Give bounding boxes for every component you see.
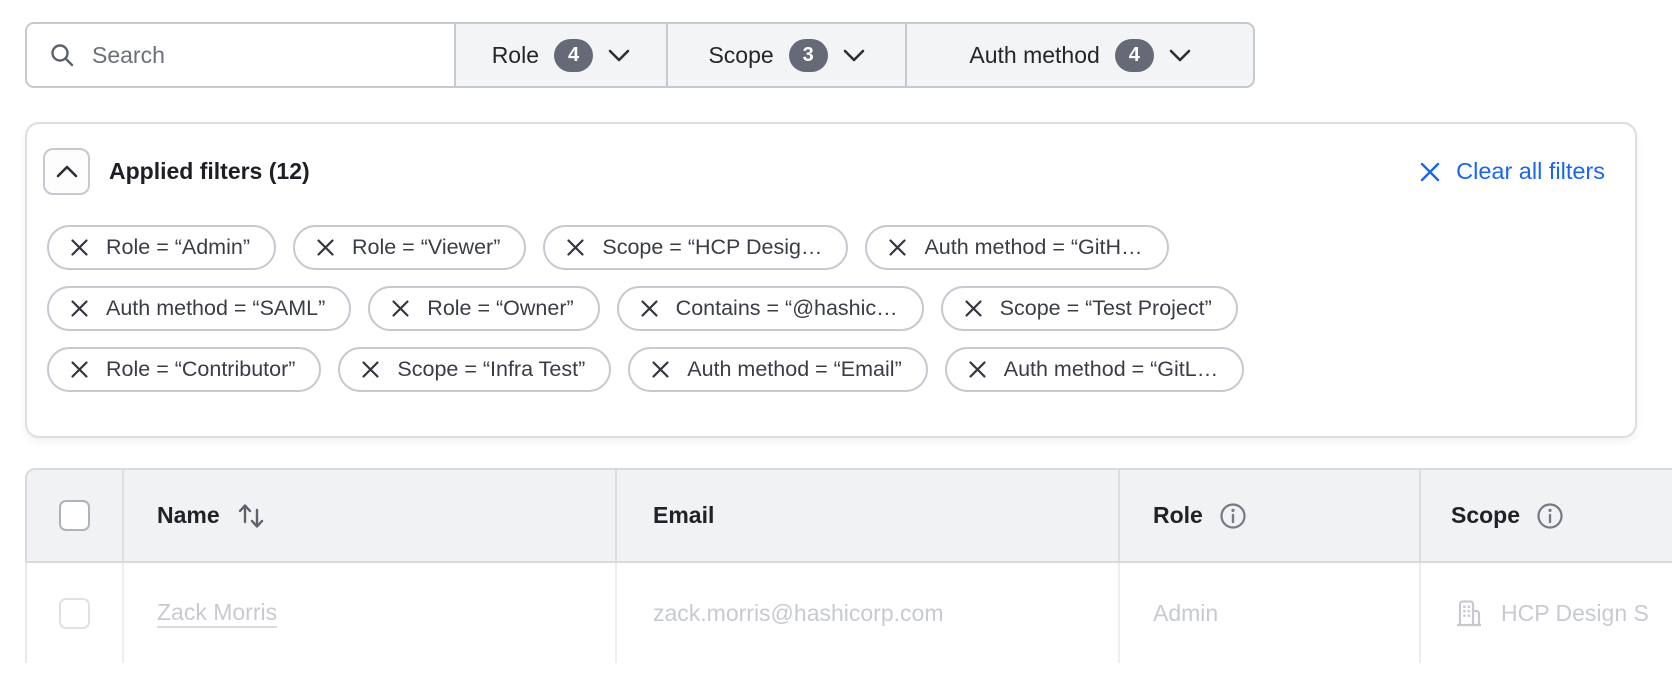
remove-filter-icon[interactable]: [70, 299, 89, 318]
role-filter-count-badge: 4: [554, 39, 593, 72]
filter-pill-label: Role = “Owner”: [427, 296, 573, 321]
auth-method-filter-dropdown[interactable]: Auth method 4: [907, 24, 1253, 86]
filter-pill: Scope = “Infra Test”: [338, 347, 611, 392]
filter-pill-label: Role = “Admin”: [106, 235, 250, 260]
pill-row: Role = “Admin” Role = “Viewer” Scope = “…: [47, 225, 1615, 270]
auth-method-filter-count-badge: 4: [1115, 39, 1154, 72]
remove-filter-icon[interactable]: [566, 238, 585, 257]
org-building-icon: [1451, 596, 1485, 630]
table-row: Zack Morris zack.morris@hashicorp.com Ad…: [25, 563, 1672, 663]
close-icon: [1419, 161, 1441, 183]
name-column-header[interactable]: Name: [122, 470, 615, 561]
filter-pill-label: Auth method = “Email”: [687, 357, 902, 382]
applied-filter-pills: Role = “Admin” Role = “Viewer” Scope = “…: [47, 225, 1615, 392]
row-checkbox[interactable]: [59, 598, 90, 629]
search-input[interactable]: [92, 42, 432, 69]
user-scope: HCP Design S: [1501, 600, 1649, 627]
filter-pill: Contains = “@hashic…: [617, 286, 924, 331]
applied-filters-header: Applied filters (12) Clear all filters: [27, 124, 1635, 195]
filter-pill-label: Auth method = “GitH…: [924, 235, 1142, 260]
row-select-cell: [27, 563, 122, 663]
role-column-header: Role: [1118, 470, 1419, 561]
applied-filters-title: Applied filters (12): [109, 158, 310, 185]
filter-pill: Scope = “HCP Desig…: [543, 225, 848, 270]
row-name-cell: Zack Morris: [122, 563, 615, 663]
filter-pill: Scope = “Test Project”: [941, 286, 1238, 331]
filter-pill: Auth method = “SAML”: [47, 286, 351, 331]
scope-column-label: Scope: [1451, 502, 1520, 529]
clear-all-filters-label: Clear all filters: [1456, 158, 1605, 185]
filter-pill-label: Scope = “Infra Test”: [397, 357, 585, 382]
row-scope-cell: HCP Design S: [1419, 563, 1672, 663]
chevron-down-icon: [608, 48, 630, 62]
user-name-link[interactable]: Zack Morris: [157, 599, 277, 628]
role-filter-dropdown[interactable]: Role 4: [456, 24, 668, 86]
filter-pill-label: Role = “Viewer”: [352, 235, 500, 260]
remove-filter-icon[interactable]: [70, 360, 89, 379]
role-filter-label: Role: [492, 42, 539, 69]
chevron-down-icon: [1169, 48, 1191, 62]
filter-pill: Auth method = “GitH…: [865, 225, 1168, 270]
pill-row: Role = “Contributor” Scope = “Infra Test…: [47, 347, 1615, 392]
info-icon[interactable]: [1536, 502, 1564, 530]
user-role: Admin: [1153, 600, 1218, 627]
filter-pill: Role = “Contributor”: [47, 347, 321, 392]
remove-filter-icon[interactable]: [964, 299, 983, 318]
select-all-cell: [27, 470, 122, 561]
collapse-filters-button[interactable]: [43, 148, 90, 195]
clear-all-filters-button[interactable]: Clear all filters: [1419, 158, 1605, 185]
scope-filter-count-badge: 3: [789, 39, 828, 72]
filter-pill-label: Role = “Contributor”: [106, 357, 295, 382]
applied-filters-panel: Applied filters (12) Clear all filters R…: [25, 122, 1637, 438]
remove-filter-icon[interactable]: [888, 238, 907, 257]
filter-toolbar: Role 4 Scope 3 Auth method 4: [25, 22, 1255, 88]
row-email-cell: zack.morris@hashicorp.com: [615, 563, 1118, 663]
user-email: zack.morris@hashicorp.com: [653, 600, 943, 627]
filter-pill: Auth method = “Email”: [628, 347, 928, 392]
remove-filter-icon[interactable]: [968, 360, 987, 379]
filter-pill-label: Scope = “HCP Desig…: [602, 235, 822, 260]
filter-pill: Auth method = “GitL…: [945, 347, 1245, 392]
remove-filter-icon[interactable]: [361, 360, 380, 379]
row-role-cell: Admin: [1118, 563, 1419, 663]
select-all-checkbox[interactable]: [59, 500, 90, 531]
scope-filter-label: Scope: [708, 42, 773, 69]
filter-pill-label: Scope = “Test Project”: [1000, 296, 1212, 321]
email-column-label: Email: [653, 502, 714, 529]
chevron-down-icon: [843, 48, 865, 62]
email-column-header: Email: [615, 470, 1118, 561]
filter-pill: Role = “Admin”: [47, 225, 276, 270]
search-icon: [49, 42, 75, 68]
filter-pill-label: Auth method = “SAML”: [106, 296, 325, 321]
pill-row: Auth method = “SAML” Role = “Owner” Cont…: [47, 286, 1615, 331]
table-header-row: Name Email Role Scope: [25, 468, 1672, 563]
remove-filter-icon[interactable]: [651, 360, 670, 379]
users-table: Name Email Role Scope: [25, 468, 1672, 663]
filter-pill-label: Contains = “@hashic…: [676, 296, 898, 321]
filter-pill-label: Auth method = “GitL…: [1004, 357, 1219, 382]
sort-icon[interactable]: [236, 500, 266, 532]
role-column-label: Role: [1153, 502, 1203, 529]
remove-filter-icon[interactable]: [316, 238, 335, 257]
filter-pill: Role = “Owner”: [368, 286, 599, 331]
remove-filter-icon[interactable]: [70, 238, 89, 257]
filter-pill: Role = “Viewer”: [293, 225, 526, 270]
auth-method-filter-label: Auth method: [969, 42, 1099, 69]
remove-filter-icon[interactable]: [640, 299, 659, 318]
chevron-up-icon: [56, 165, 78, 179]
scope-filter-dropdown[interactable]: Scope 3: [668, 24, 907, 86]
info-icon[interactable]: [1219, 502, 1247, 530]
remove-filter-icon[interactable]: [391, 299, 410, 318]
scope-column-header: Scope: [1419, 470, 1672, 561]
name-column-label: Name: [157, 502, 220, 529]
search-box: [27, 24, 456, 86]
